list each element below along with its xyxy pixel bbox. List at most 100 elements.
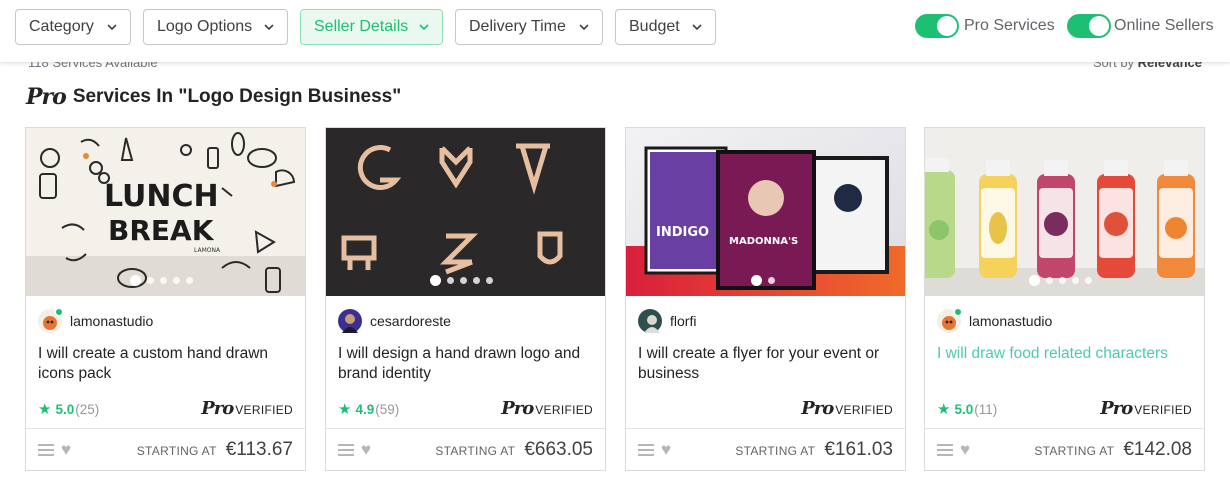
- verified-label: VERIFIED: [235, 403, 293, 417]
- section-title-text: Services In "Logo Design Business": [72, 86, 402, 107]
- online-dot-icon: [954, 308, 962, 316]
- logo-options-filter[interactable]: Logo Options: [143, 9, 288, 45]
- price[interactable]: STARTING AT €161.03: [735, 439, 893, 461]
- menu-icon[interactable]: [338, 444, 354, 456]
- carousel-dot[interactable]: [751, 275, 762, 286]
- pro-services-toggle[interactable]: [915, 14, 959, 38]
- rating: ★ 4.9 (59): [338, 400, 399, 418]
- seller-details-filter-label: Seller Details: [314, 18, 409, 35]
- verified-label: VERIFIED: [535, 403, 593, 417]
- seller-info[interactable]: lamonastudio: [937, 308, 1052, 333]
- starting-at-label: STARTING AT: [735, 444, 816, 458]
- carousel-dot[interactable]: [1029, 275, 1040, 286]
- carousel-dot[interactable]: [768, 277, 775, 284]
- carousel-dot[interactable]: [460, 277, 467, 284]
- price-amount: €161.03: [824, 439, 893, 460]
- gig-title[interactable]: I will create a flyer for your event or …: [638, 344, 896, 384]
- pro-logo: Pro: [801, 398, 834, 419]
- carousel-dot[interactable]: [486, 277, 493, 284]
- seller-name[interactable]: lamonastudio: [969, 313, 1052, 329]
- gig-thumbnail[interactable]: INDIGO MADONNA'S: [626, 128, 905, 296]
- heart-icon[interactable]: ♥: [361, 441, 371, 458]
- gig-thumbnail[interactable]: [925, 128, 1204, 296]
- seller-info[interactable]: florfi: [638, 309, 696, 333]
- price-amount: €142.08: [1123, 439, 1192, 460]
- menu-icon[interactable]: [937, 444, 953, 456]
- avatar[interactable]: [937, 308, 962, 333]
- price[interactable]: STARTING AT €113.67: [137, 439, 293, 461]
- budget-filter[interactable]: Budget: [615, 9, 716, 45]
- carousel-dots[interactable]: [130, 275, 199, 286]
- pro-verified-badge: Pro VERIFIED: [201, 398, 293, 419]
- pro-services-toggle-group: Pro Services: [915, 14, 1055, 38]
- carousel-dot[interactable]: [130, 275, 141, 286]
- avatar[interactable]: [638, 309, 662, 333]
- carousel-dots[interactable]: [751, 275, 781, 286]
- seller-info[interactable]: lamonastudio: [38, 308, 153, 333]
- seller-info[interactable]: cesardoreste: [338, 309, 451, 333]
- carousel-dot[interactable]: [1085, 277, 1092, 284]
- price[interactable]: STARTING AT €142.08: [1034, 439, 1192, 461]
- heart-icon[interactable]: ♥: [661, 441, 671, 458]
- delivery-time-filter[interactable]: Delivery Time: [455, 9, 603, 45]
- seller-name[interactable]: cesardoreste: [370, 313, 451, 329]
- carousel-dot[interactable]: [430, 275, 441, 286]
- carousel-dot[interactable]: [186, 277, 193, 284]
- price[interactable]: STARTING AT €663.05: [435, 439, 593, 461]
- gig-card[interactable]: cesardoreste I will design a hand drawn …: [325, 127, 606, 471]
- seller-name[interactable]: florfi: [670, 313, 696, 329]
- gig-card[interactable]: INDIGO MADONNA'S florfi I will create a …: [625, 127, 906, 471]
- rating-count: (11): [974, 401, 998, 417]
- card-footer: ♥ STARTING AT €142.08: [925, 428, 1204, 470]
- rating-count: (25): [75, 401, 100, 417]
- heart-icon[interactable]: ♥: [61, 441, 71, 458]
- break-text: BREAK: [108, 214, 215, 247]
- gig-card[interactable]: LUNCH BREAK LAMONA lamonastudio I will c…: [25, 127, 306, 471]
- star-icon: ★: [338, 401, 352, 418]
- starting-at-label: STARTING AT: [435, 444, 516, 458]
- filter-bar: Category Logo Options Seller Details Del…: [0, 0, 1230, 62]
- carousel-dot[interactable]: [147, 277, 154, 284]
- gig-title[interactable]: I will draw food related characters: [937, 344, 1195, 364]
- rating-score: 5.0: [954, 401, 974, 417]
- online-sellers-label: Online Sellers: [1114, 17, 1214, 34]
- carousel-dot[interactable]: [160, 277, 167, 284]
- pro-logo: Pro: [501, 398, 534, 419]
- gig-thumbnail[interactable]: LUNCH BREAK LAMONA: [26, 128, 305, 296]
- card-footer: ♥ STARTING AT €113.67: [26, 428, 305, 470]
- carousel-dot[interactable]: [447, 277, 454, 284]
- carousel-dot[interactable]: [1059, 277, 1066, 284]
- pro-logo: Pro: [1100, 398, 1133, 419]
- starting-at-label: STARTING AT: [1034, 444, 1115, 458]
- menu-icon[interactable]: [38, 444, 54, 456]
- verified-label: VERIFIED: [1134, 403, 1192, 417]
- heart-icon[interactable]: ♥: [960, 441, 970, 458]
- logo-options-filter-label: Logo Options: [157, 18, 253, 35]
- gig-thumbnail[interactable]: [326, 128, 605, 296]
- pro-logo: Pro: [26, 84, 67, 110]
- category-filter[interactable]: Category: [15, 9, 131, 45]
- carousel-dots[interactable]: [1029, 275, 1098, 286]
- carousel-dot[interactable]: [173, 277, 180, 284]
- lunch-break-illustration: LUNCH BREAK LAMONA: [26, 128, 305, 296]
- carousel-dot[interactable]: [473, 277, 480, 284]
- gig-title[interactable]: I will design a hand drawn logo and bran…: [338, 344, 596, 384]
- seller-name[interactable]: lamonastudio: [70, 313, 153, 329]
- budget-filter-label: Budget: [629, 18, 680, 35]
- seller-details-filter[interactable]: Seller Details: [300, 9, 443, 45]
- pro-logo: Pro: [201, 398, 234, 419]
- logo-collection-image: [326, 128, 605, 296]
- gig-title[interactable]: I will create a custom hand drawn icons …: [38, 344, 296, 384]
- carousel-dot[interactable]: [1072, 277, 1079, 284]
- rating-score: 5.0: [55, 401, 75, 417]
- online-sellers-toggle[interactable]: [1067, 14, 1111, 38]
- flyer-mockup-image: INDIGO MADONNA'S: [626, 128, 905, 296]
- menu-icon[interactable]: [638, 444, 654, 456]
- gig-card[interactable]: lamonastudio I will draw food related ch…: [924, 127, 1205, 471]
- avatar[interactable]: [38, 308, 63, 333]
- avatar[interactable]: [338, 309, 362, 333]
- carousel-dots[interactable]: [430, 275, 499, 286]
- verified-label: VERIFIED: [835, 403, 893, 417]
- carousel-dot[interactable]: [1046, 277, 1053, 284]
- starting-at-label: STARTING AT: [136, 444, 217, 458]
